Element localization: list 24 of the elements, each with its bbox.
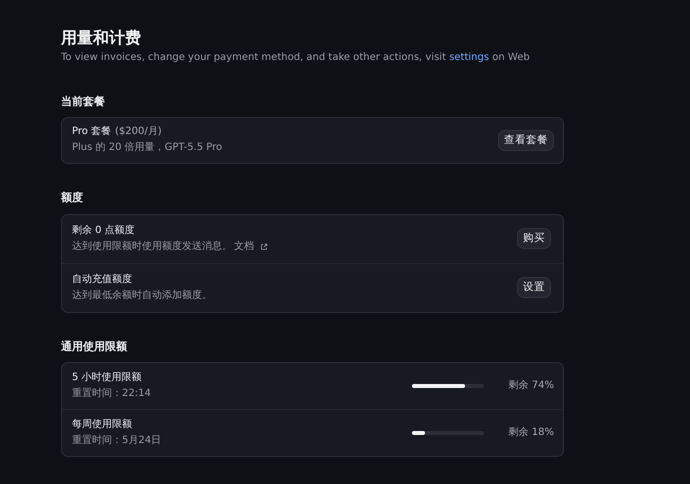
section-heading: 通用使用限额 [61, 340, 128, 353]
section-heading: 额度 [61, 191, 84, 205]
settings-link[interactable]: settings [449, 52, 490, 64]
row-button[interactable]: 购买 [517, 228, 551, 249]
plan-price: ($200/月) [115, 126, 162, 138]
page-subtitle: To view invoices, change your payment method, and take other actions, visit settings on Web [61, 52, 531, 64]
reset-time: 重置时间：5月24日 [72, 434, 162, 447]
docs-link[interactable]: 文档 [234, 240, 254, 253]
remaining-reading: 剩余 18% [508, 426, 554, 439]
section-heading: 当前套餐 [61, 95, 106, 108]
external-link-icon [260, 242, 268, 251]
page-title: 用量和计费 [61, 28, 142, 48]
row-button[interactable]: 设置 [517, 277, 551, 298]
row-title: 自动充值额度 [72, 274, 133, 286]
limit-title: 每周使用限额 [72, 418, 133, 431]
plan-name: Pro 套餐 [72, 126, 112, 138]
row-description: 达到使用限额时使用额度发送消息。 [72, 240, 232, 253]
row-title: 剩余 0 点额度 [72, 224, 136, 237]
row-description: 达到最低余额时自动添加额度。 [72, 290, 212, 302]
remaining-reading: 剩余 74% [508, 380, 554, 392]
plan-description: Plus 的 20 倍用量，GPT-5.5 Pro [72, 142, 222, 154]
reset-time: 重置时间：22:14 [72, 388, 151, 400]
limit-title: 5 小时使用限额 [72, 372, 143, 384]
view-plan-button[interactable]: 查看套餐 [498, 130, 554, 151]
